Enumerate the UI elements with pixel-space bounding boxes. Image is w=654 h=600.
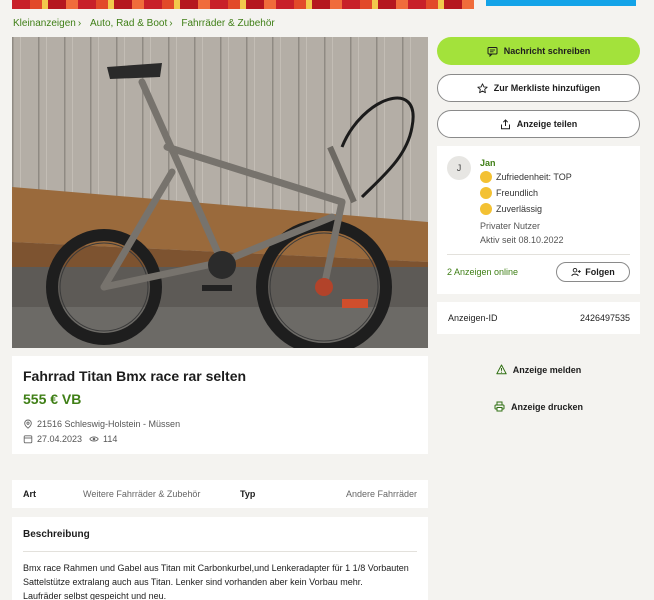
smiley-icon	[480, 171, 492, 183]
description-line: Sattelstütze extralang auch aus Titan. L…	[23, 577, 363, 587]
banner-accent	[486, 0, 636, 6]
badge-label: Zufriedenheit: TOP	[496, 172, 572, 182]
badge-satisfaction: Zufriedenheit: TOP	[480, 171, 572, 183]
friendly-icon	[480, 187, 492, 199]
message-button-label: Nachricht schreiben	[503, 46, 591, 56]
listing-details: Art Weitere Fahrräder & Zubehör Typ Ande…	[12, 480, 428, 508]
print-ad-link[interactable]: Anzeige drucken	[437, 401, 640, 412]
divider	[447, 254, 630, 255]
avatar[interactable]: J	[447, 156, 471, 180]
description-line: Bmx race Rahmen und Gabel aus Titan mit …	[23, 563, 409, 573]
printer-icon	[494, 401, 505, 412]
seller-online-ads-link[interactable]: 2 Anzeigen online	[447, 267, 518, 277]
top-banner[interactable]	[12, 0, 636, 9]
detail-art-label: Art	[23, 489, 36, 499]
eye-icon	[89, 436, 99, 442]
breadcrumb-item-kleinanzeigen[interactable]: Kleinanzeigen	[13, 18, 76, 29]
location-pin-icon	[24, 419, 32, 429]
badge-reliable: Zuverlässig	[480, 203, 542, 215]
date-text: 27.04.2023	[37, 434, 83, 444]
report-ad-label: Anzeige melden	[512, 364, 582, 375]
breadcrumb-item-fahrraeder[interactable]: Fahrräder & Zubehör	[181, 18, 274, 29]
chevron-right-icon: ›	[77, 18, 82, 29]
detail-typ-label: Typ	[240, 489, 256, 499]
seller-card: J Jan Zufriedenheit: TOP Freundlich Zuve…	[437, 146, 640, 294]
description-line: Laufräder selbst gespeicht und neu.	[23, 591, 167, 600]
ad-id-card: Anzeigen-ID 2426497535	[437, 302, 640, 334]
detail-typ-value: Andere Fahrräder	[345, 489, 417, 499]
chevron-right-icon: ›	[169, 18, 173, 29]
description-section: Beschreibung Bmx race Rahmen und Gabel a…	[12, 517, 428, 600]
location-text: 21516 Schleswig-Holstein - Müssen	[37, 419, 181, 429]
badge-label: Zuverlässig	[496, 204, 543, 214]
seller-type: Privater Nutzer	[480, 221, 541, 231]
watchlist-button-label: Zur Merkliste hinzufügen	[493, 83, 601, 93]
detail-art-value: Weitere Fahrräder & Zubehör	[83, 489, 201, 499]
ad-id-label: Anzeigen-ID	[448, 313, 498, 323]
watchlist-button[interactable]: Zur Merkliste hinzufügen	[437, 74, 640, 102]
report-ad-link[interactable]: Anzeige melden	[437, 364, 640, 375]
badge-friendly: Freundlich	[480, 187, 538, 199]
seller-active-since: Aktiv seit 08.10.2022	[480, 235, 564, 245]
breadcrumb-item-auto-rad-boot[interactable]: Auto, Rad & Boot	[90, 18, 167, 29]
share-button-label: Anzeige teilen	[516, 119, 578, 129]
seller-name[interactable]: Jan	[480, 158, 496, 168]
breadcrumb: Kleinanzeigen › Auto, Rad & Boot › Fahrräd…	[13, 18, 275, 29]
share-icon	[500, 118, 510, 129]
calendar-icon	[23, 435, 33, 444]
message-button[interactable]: Nachricht schreiben	[437, 37, 640, 65]
listing-date-views: 27.04.2023 114	[23, 434, 117, 444]
star-icon	[477, 82, 488, 93]
follow-icon	[571, 267, 582, 277]
listing-title: Fahrrad Titan Bmx race rar selten	[23, 368, 247, 384]
views-count: 114	[103, 434, 118, 444]
ad-id-value: 2426497535	[579, 313, 630, 323]
warning-icon	[496, 364, 507, 375]
follow-button-label: Folgen	[585, 267, 615, 277]
listing-location: 21516 Schleswig-Holstein - Müssen	[23, 419, 180, 429]
share-button[interactable]: Anzeige teilen	[437, 110, 640, 138]
follow-button[interactable]: Folgen	[556, 262, 630, 282]
bike-photo-illustration	[12, 37, 428, 348]
banner-ad[interactable]	[12, 0, 474, 9]
listing-photo[interactable]	[12, 37, 428, 348]
description-heading: Beschreibung	[23, 529, 90, 540]
divider	[23, 551, 417, 552]
listing-summary: Fahrrad Titan Bmx race rar selten 555 € …	[12, 356, 428, 454]
print-ad-label: Anzeige drucken	[510, 401, 584, 412]
listing-price: 555 € VB	[23, 391, 82, 407]
chat-icon	[487, 46, 498, 57]
badge-label: Freundlich	[496, 188, 539, 198]
reliable-icon	[480, 203, 492, 215]
